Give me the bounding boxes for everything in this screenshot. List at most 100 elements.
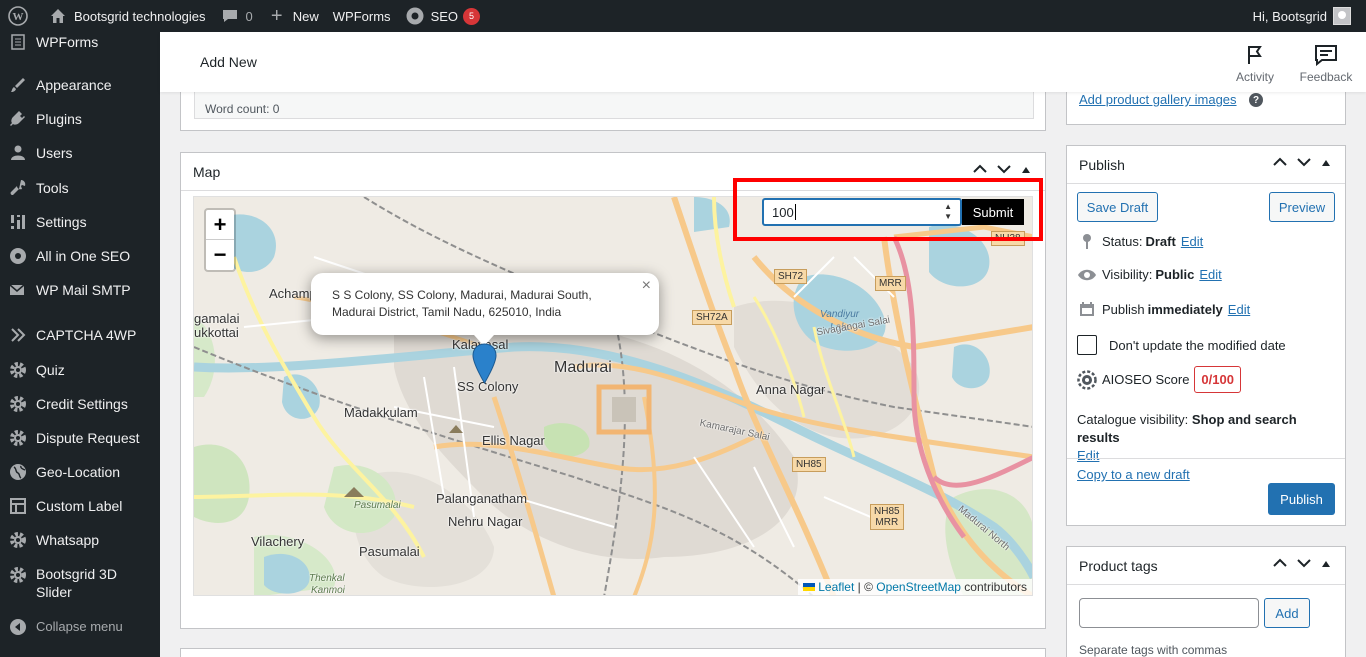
popup-close-button[interactable]: × xyxy=(642,277,651,294)
dont-update-modified-checkbox[interactable] xyxy=(1077,335,1097,355)
map-label-anna-nagar: Anna Nagar xyxy=(756,382,826,397)
sidebar-item-bootsgrid-3d-slider[interactable]: Bootsgrid 3D Slider xyxy=(0,565,160,601)
sidebar-item-all-in-one-seo[interactable]: All in One SEO xyxy=(0,246,160,266)
dont-update-modified-label: Don't update the modified date xyxy=(1109,337,1286,353)
sidebar-item-wpforms[interactable]: WPForms xyxy=(0,32,160,52)
leaflet-link[interactable]: Leaflet xyxy=(818,580,854,594)
settings-icon xyxy=(8,212,28,232)
map-label-vilachery: Vilachery xyxy=(251,534,305,549)
sidebar-item-label: Appearance xyxy=(36,77,112,93)
move-down-icon[interactable] xyxy=(997,162,1011,177)
annotation-highlight-box xyxy=(733,178,1043,241)
map-label-kanmoi: Kanmoi xyxy=(311,585,345,596)
label-icon xyxy=(8,496,28,516)
catalogue-visibility-label: Catalogue visibility: xyxy=(1077,412,1189,427)
captcha-icon xyxy=(8,325,28,345)
site-name-link[interactable]: Bootsgrid technologies xyxy=(41,0,213,32)
edit-visibility-link[interactable]: Edit xyxy=(1199,267,1221,282)
map-attribution: Leaflet | © OpenStreetMap contributors xyxy=(798,579,1032,595)
visibility-row: Visibility: Public Edit xyxy=(1077,267,1222,282)
openstreetmap-link[interactable]: OpenStreetMap xyxy=(876,580,961,594)
sidebar-item-label: Plugins xyxy=(36,111,82,127)
publish-button[interactable]: Publish xyxy=(1268,483,1335,515)
wpforms-label: WPForms xyxy=(332,8,391,24)
sidebar-item-label: Credit Settings xyxy=(36,396,128,412)
dont-update-modified-row: Don't update the modified date xyxy=(1077,335,1286,355)
sidebar-item-custom-label[interactable]: Custom Label xyxy=(0,496,160,516)
new-content-link[interactable]: + New xyxy=(260,0,326,32)
zoom-in-button[interactable]: + xyxy=(206,210,234,240)
map-marker-icon[interactable] xyxy=(472,343,497,384)
activity-button[interactable]: Activity xyxy=(1223,42,1287,84)
help-icon[interactable]: ? xyxy=(1249,93,1263,107)
sidebar-item-captcha-4wp[interactable]: CAPTCHA 4WP xyxy=(0,325,160,345)
feedback-button[interactable]: Feedback xyxy=(1294,42,1358,84)
map-label-pasumalai: Pasumalai xyxy=(359,544,420,559)
sidebar-item-credit-settings[interactable]: Credit Settings xyxy=(0,394,160,414)
sidebar-item-plugins[interactable]: Plugins xyxy=(0,109,160,129)
popup-address-line2: Madurai District, Tamil Nadu, 625010, In… xyxy=(332,305,562,319)
greeting: Hi, Bootsgrid xyxy=(1252,8,1327,24)
add-gallery-images-link[interactable]: Add product gallery images xyxy=(1079,92,1237,107)
sidebar-item-users[interactable]: Users xyxy=(0,143,160,163)
eye-icon xyxy=(1077,268,1097,282)
my-account-link[interactable]: Hi, Bootsgrid xyxy=(1246,0,1358,32)
gear-icon xyxy=(8,530,28,550)
move-down-icon[interactable] xyxy=(1297,556,1311,571)
move-down-icon[interactable] xyxy=(1297,155,1311,170)
toggle-panel-icon[interactable] xyxy=(1321,155,1331,170)
move-up-icon[interactable] xyxy=(1273,155,1287,170)
sidebar-item-label: Quiz xyxy=(36,362,65,378)
sidebar-item-quiz[interactable]: Quiz xyxy=(0,360,160,380)
avatar xyxy=(1333,7,1351,25)
save-draft-button[interactable]: Save Draft xyxy=(1077,192,1158,222)
add-tag-button[interactable]: Add xyxy=(1264,598,1310,628)
word-count: Word count: 0 xyxy=(205,102,280,116)
comments-link[interactable]: 0 xyxy=(213,0,260,32)
sidebar-item-label: WPForms xyxy=(36,34,99,50)
activity-label: Activity xyxy=(1235,70,1274,84)
collapse-menu-button[interactable]: Collapse menu xyxy=(0,617,160,637)
copy-to-new-draft-link[interactable]: Copy to a new draft xyxy=(1077,467,1190,482)
zoom-out-button[interactable]: − xyxy=(206,240,234,270)
sidebar-item-whatsapp[interactable]: Whatsapp xyxy=(0,530,160,550)
move-up-icon[interactable] xyxy=(973,162,987,177)
seo-link[interactable]: SEO 5 xyxy=(398,0,487,32)
sidebar-item-tools[interactable]: Tools xyxy=(0,178,160,198)
sidebar-item-label-line2: Slider xyxy=(36,584,72,600)
toggle-panel-icon[interactable] xyxy=(1321,556,1331,571)
sidebar-item-label: WP Mail SMTP xyxy=(36,282,131,298)
publish-schedule-row: Publish immediately Edit xyxy=(1077,301,1250,317)
sidebar-item-geo-location[interactable]: Geo-Location xyxy=(0,462,160,482)
edit-publish-date-link[interactable]: Edit xyxy=(1228,302,1250,317)
road-shield-mrr: MRR xyxy=(875,276,906,291)
sidebar-item-dispute-request[interactable]: Dispute Request xyxy=(0,428,160,448)
sidebar-item-settings[interactable]: Settings xyxy=(0,212,160,232)
globe-icon xyxy=(8,462,28,482)
sidebar-item-wp-mail-smtp[interactable]: WP Mail SMTP xyxy=(0,280,160,300)
tags-help-text: Separate tags with commas xyxy=(1079,643,1228,657)
map-label-ellis-nagar: Ellis Nagar xyxy=(482,433,545,448)
status-label: Status: xyxy=(1102,233,1143,249)
preview-button[interactable]: Preview xyxy=(1269,192,1335,222)
gear-icon xyxy=(8,394,28,414)
pin-icon xyxy=(1077,233,1097,249)
move-up-icon[interactable] xyxy=(1273,556,1287,571)
map-label-pasumalai-hill: Pasumalai xyxy=(354,500,401,511)
road-shield-nh85-mrr: NH85 MRR xyxy=(870,504,904,530)
zoom-control: + − xyxy=(204,208,236,272)
wpforms-link[interactable]: WPForms xyxy=(326,0,398,32)
edit-catalogue-visibility-link[interactable]: Edit xyxy=(1077,448,1099,463)
site-name: Bootsgrid technologies xyxy=(74,8,206,24)
toggle-panel-icon[interactable] xyxy=(1021,162,1031,177)
feedback-icon xyxy=(1294,42,1358,68)
edit-status-link[interactable]: Edit xyxy=(1181,234,1203,249)
sidebar-item-appearance[interactable]: Appearance xyxy=(0,75,160,95)
wordpress-logo-button[interactable]: W xyxy=(0,0,41,32)
product-tags-input[interactable] xyxy=(1079,598,1259,628)
sidebar-item-label: Tools xyxy=(36,180,69,196)
comment-icon xyxy=(220,6,240,26)
map-label-madakkulam: Madakkulam xyxy=(344,405,418,420)
aioseo-score-badge[interactable]: 0/100 xyxy=(1194,366,1241,393)
leaflet-map[interactable]: Madurai SS Colony Kalavasal Anna Nagar M… xyxy=(193,196,1033,596)
